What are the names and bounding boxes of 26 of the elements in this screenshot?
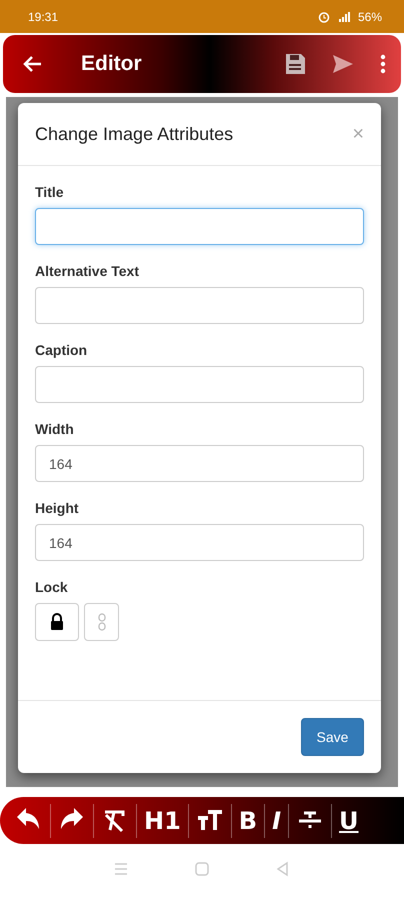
input-field[interactable] (35, 208, 364, 245)
italic-button[interactable]: I (264, 804, 288, 838)
field-label: Alternative Text (35, 263, 140, 279)
format-button[interactable]: H1 (136, 804, 188, 838)
dialog-title: Change Image Attributes (35, 124, 234, 144)
signal-icon (338, 10, 350, 22)
app-title: Editor (81, 52, 143, 76)
more-menu-icon[interactable] (379, 52, 387, 76)
underline-button[interactable]: U (331, 804, 366, 838)
field-label: Lock (35, 579, 69, 595)
clock: 19:31 (28, 10, 58, 24)
input-field[interactable] (35, 287, 364, 324)
send-icon[interactable] (331, 52, 355, 76)
field-label: Caption (35, 342, 88, 358)
input-field[interactable] (35, 366, 364, 403)
format-button[interactable]: B (230, 804, 264, 838)
field-label: Title (35, 184, 65, 200)
input-field[interactable]: 164 (35, 524, 364, 561)
alarm-icon (318, 10, 330, 22)
input-field[interactable]: 164 (35, 445, 364, 482)
padlock-icon (49, 613, 65, 631)
lock-button[interactable] (35, 603, 79, 641)
save-button[interactable]: Save (301, 718, 364, 756)
battery-level: 56% (358, 10, 382, 24)
field-label: Height (35, 500, 80, 516)
field-label: Width (35, 421, 75, 437)
